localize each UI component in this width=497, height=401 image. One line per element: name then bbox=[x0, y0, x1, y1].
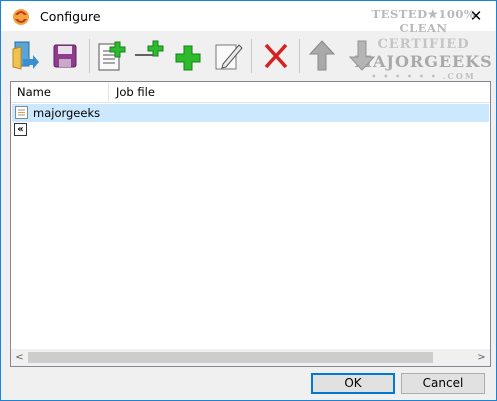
ok-button[interactable]: OK bbox=[311, 373, 395, 394]
scroll-left-arrow[interactable]: < bbox=[11, 349, 28, 366]
add-button[interactable] bbox=[171, 37, 205, 73]
configure-window: Configure ✕ TESTED★100% CLEAN CERTIFIED … bbox=[0, 0, 497, 401]
move-up-button[interactable] bbox=[305, 37, 339, 73]
back-button[interactable]: « bbox=[14, 123, 27, 136]
open-button[interactable] bbox=[9, 37, 43, 73]
save-icon bbox=[53, 44, 77, 68]
save-button[interactable] bbox=[47, 37, 81, 73]
new-job-button[interactable] bbox=[95, 37, 129, 73]
column-header-job-file[interactable]: Job file bbox=[116, 85, 155, 99]
new-job-icon bbox=[98, 41, 126, 71]
open-icon bbox=[12, 41, 39, 70]
edit-icon bbox=[215, 44, 243, 70]
edit-button[interactable] bbox=[211, 37, 245, 73]
app-icon bbox=[13, 9, 29, 25]
add-line-icon bbox=[135, 40, 164, 57]
add-icon bbox=[175, 45, 201, 71]
toolbar-separator bbox=[89, 39, 90, 73]
column-header-name[interactable]: Name bbox=[17, 85, 51, 99]
toolbar-separator bbox=[299, 39, 300, 73]
watermark-line1: TESTED★100% CLEAN bbox=[371, 7, 476, 35]
add-line-button[interactable] bbox=[133, 37, 167, 73]
delete-icon bbox=[264, 43, 288, 69]
horizontal-scrollbar[interactable]: < > bbox=[11, 349, 490, 366]
move-up-icon bbox=[308, 40, 336, 71]
list-item[interactable]: majorgeeks bbox=[12, 104, 489, 122]
list-header: Name Job file bbox=[11, 82, 490, 103]
column-divider[interactable] bbox=[108, 82, 109, 102]
window-title: Configure bbox=[40, 9, 101, 24]
move-down-button[interactable] bbox=[345, 37, 379, 73]
scrollbar-thumb[interactable] bbox=[28, 352, 433, 363]
job-list[interactable]: Name Job file majorgeeks « < > bbox=[10, 81, 491, 367]
toolbar-separator bbox=[251, 39, 252, 73]
delete-button[interactable] bbox=[259, 37, 293, 73]
move-down-icon bbox=[348, 40, 376, 71]
list-item-name: majorgeeks bbox=[33, 106, 101, 120]
job-icon bbox=[15, 106, 28, 119]
toolbar bbox=[7, 35, 492, 77]
scroll-right-arrow[interactable]: > bbox=[473, 349, 490, 366]
cancel-button[interactable]: Cancel bbox=[401, 373, 485, 394]
